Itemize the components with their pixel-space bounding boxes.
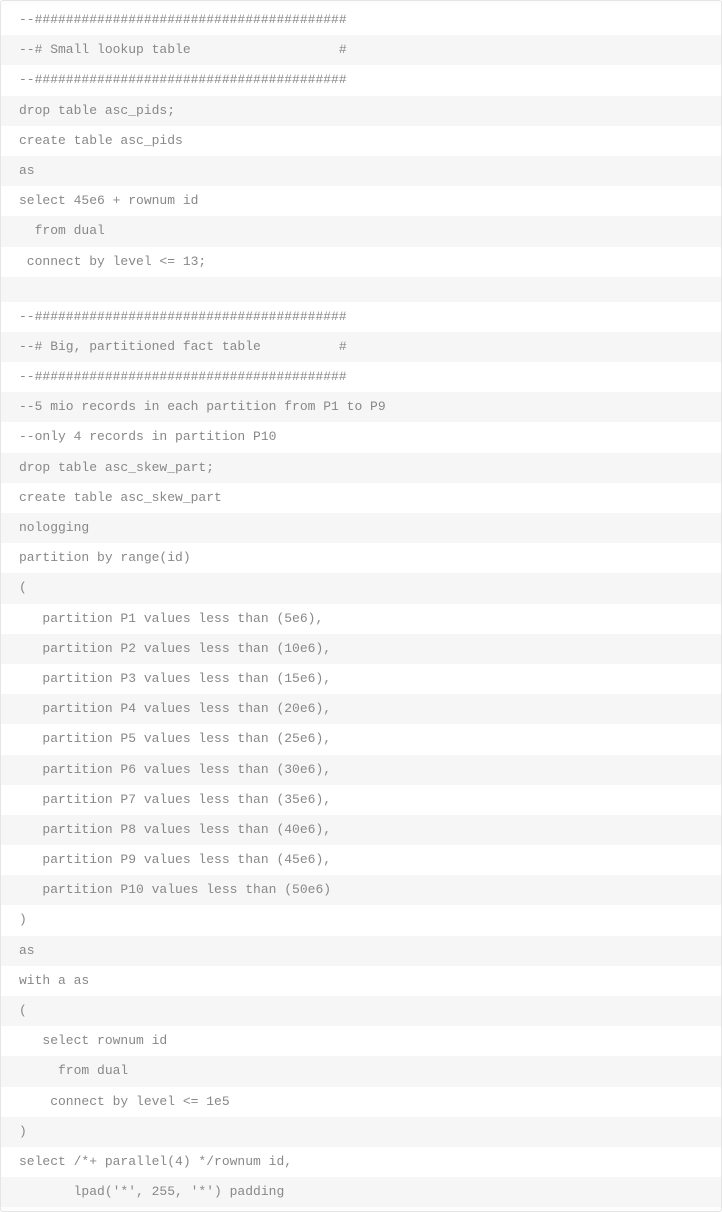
- code-line: partition P4 values less than (20e6),: [1, 694, 721, 724]
- code-line: drop table asc_skew_part;: [1, 453, 721, 483]
- code-block: --######################################…: [0, 0, 722, 1212]
- code-line: partition P2 values less than (10e6),: [1, 634, 721, 664]
- code-line: partition P3 values less than (15e6),: [1, 664, 721, 694]
- code-line: partition P1 values less than (5e6),: [1, 604, 721, 634]
- code-line: partition P9 values less than (45e6),: [1, 845, 721, 875]
- code-line: --5 mio records in each partition from P…: [1, 392, 721, 422]
- code-line: select rownum id: [1, 1026, 721, 1056]
- code-line: --######################################…: [1, 302, 721, 332]
- code-line: (: [1, 573, 721, 603]
- code-line: --######################################…: [1, 5, 721, 35]
- code-line: ): [1, 905, 721, 935]
- code-line: partition by range(id): [1, 543, 721, 573]
- code-line: select 45e6 + rownum id: [1, 186, 721, 216]
- code-line: lpad('*', 255, '*') padding: [1, 1177, 721, 1207]
- code-line: [1, 277, 721, 302]
- code-line: create table asc_pids: [1, 126, 721, 156]
- code-line: from dual: [1, 216, 721, 246]
- code-line: drop table asc_pids;: [1, 96, 721, 126]
- code-line: from dual: [1, 1056, 721, 1086]
- code-line: ): [1, 1117, 721, 1147]
- code-line: as: [1, 156, 721, 186]
- code-line: with a as: [1, 966, 721, 996]
- code-line: as: [1, 936, 721, 966]
- code-lines-container: --######################################…: [1, 1, 721, 1211]
- code-line: --# Small lookup table #: [1, 35, 721, 65]
- code-line: --only 4 records in partition P10: [1, 422, 721, 452]
- code-line: create table asc_skew_part: [1, 483, 721, 513]
- code-line: (: [1, 996, 721, 1026]
- code-line: --# Big, partitioned fact table #: [1, 332, 721, 362]
- code-line: nologging: [1, 513, 721, 543]
- code-line: partition P10 values less than (50e6): [1, 875, 721, 905]
- code-line: partition P5 values less than (25e6),: [1, 724, 721, 754]
- code-line: --######################################…: [1, 65, 721, 95]
- code-line: partition P6 values less than (30e6),: [1, 755, 721, 785]
- code-line: --######################################…: [1, 362, 721, 392]
- code-line: select /*+ parallel(4) */rownum id,: [1, 1147, 721, 1177]
- code-line: connect by level <= 1e5: [1, 1087, 721, 1117]
- code-line: partition P7 values less than (35e6),: [1, 785, 721, 815]
- code-line: connect by level <= 13;: [1, 247, 721, 277]
- code-line: partition P8 values less than (40e6),: [1, 815, 721, 845]
